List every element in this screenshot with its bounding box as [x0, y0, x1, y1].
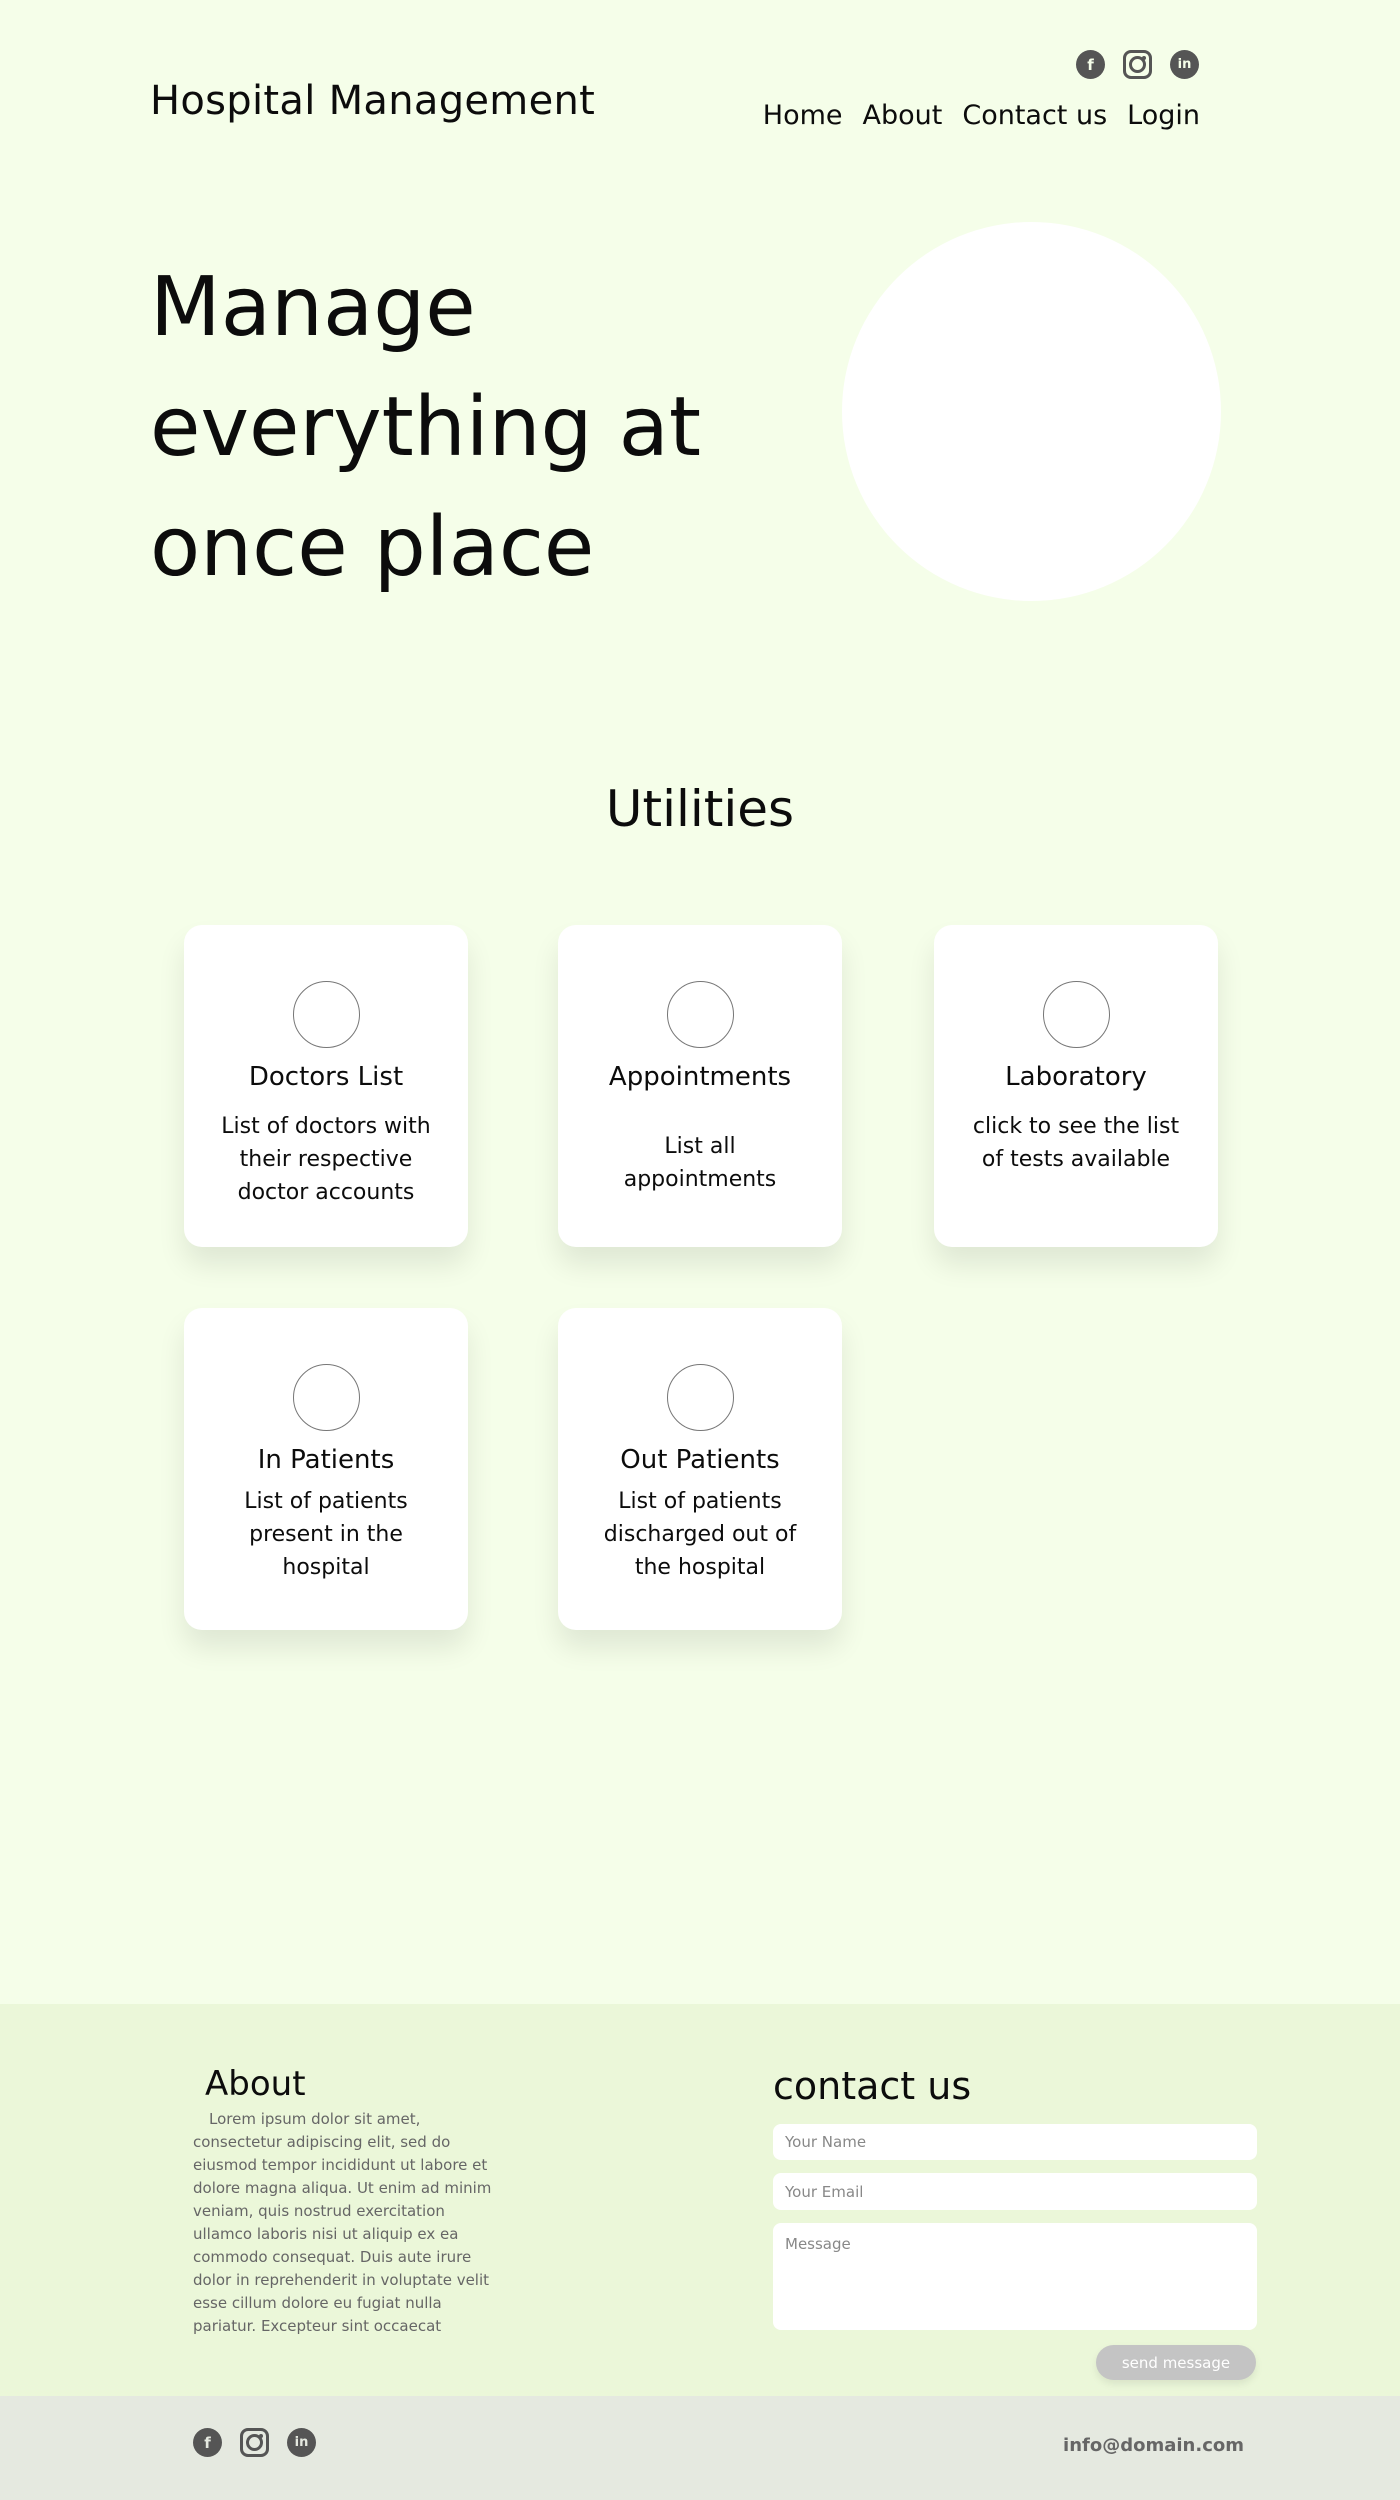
card-title: Laboratory [1005, 1062, 1147, 1092]
facebook-icon[interactable]: f [1076, 50, 1105, 79]
card-description: List of doctors with their respective do… [221, 1114, 431, 1205]
social-links-bottom: f in [193, 2428, 316, 2457]
facebook-icon[interactable]: f [193, 2428, 222, 2457]
card-out-patients[interactable]: Out Patients List of patients discharged… [558, 1308, 842, 1630]
card-title: In Patients [257, 1445, 395, 1475]
nav-about[interactable]: About [863, 100, 943, 131]
nav-contact-us[interactable]: Contact us [962, 100, 1107, 131]
send-message-button[interactable]: send message [1096, 2345, 1256, 2380]
footer-about-text: Lorem ipsum dolor sit amet, consectetur … [193, 2110, 492, 2335]
appointments-icon [666, 981, 734, 1048]
instagram-icon[interactable] [1123, 50, 1152, 79]
in-patients-icon [292, 1364, 360, 1431]
linkedin-icon[interactable]: in [1170, 50, 1199, 79]
name-input[interactable] [773, 2124, 1257, 2160]
card-description: click to see the list of tests available [972, 1114, 1180, 1172]
instagram-icon[interactable] [240, 2428, 269, 2457]
linkedin-icon[interactable]: in [287, 2428, 316, 2457]
contact-email-link[interactable]: info@domain.com [1063, 2435, 1244, 2456]
card-laboratory[interactable]: Laboratory click to see the list of test… [934, 925, 1218, 1247]
out-patients-icon [666, 1364, 734, 1431]
card-description: List of patients present in the hospital [244, 1489, 408, 1580]
laboratory-icon [1042, 981, 1110, 1048]
hero-image-placeholder [842, 222, 1221, 601]
card-title: Out Patients [620, 1445, 780, 1475]
main-nav: Home About Contact us Login [763, 100, 1200, 131]
nav-login[interactable]: Login [1127, 100, 1200, 131]
utilities-title: Utilities [605, 780, 795, 838]
card-title: Appointments [608, 1062, 792, 1092]
footer-about-title: About [205, 2064, 306, 2104]
social-links-top: f in [1076, 50, 1199, 79]
message-textarea[interactable] [773, 2223, 1257, 2330]
card-doctors-list[interactable]: Doctors List List of doctors with their … [184, 925, 468, 1247]
hero-title: Manage everything at once place [150, 260, 702, 595]
brand-title: Hospital Management [150, 78, 596, 124]
email-input[interactable] [773, 2173, 1257, 2210]
card-description: List of patients discharged out of the h… [603, 1489, 797, 1580]
card-appointments[interactable]: Appointments List all appointments [558, 925, 842, 1247]
card-in-patients[interactable]: In Patients List of patients present in … [184, 1308, 468, 1630]
card-description: List all appointments [623, 1134, 777, 1192]
contact-title: contact us [773, 2064, 972, 2108]
card-title: Doctors List [248, 1062, 404, 1092]
nav-home[interactable]: Home [763, 100, 843, 131]
doctors-list-icon [292, 981, 360, 1048]
